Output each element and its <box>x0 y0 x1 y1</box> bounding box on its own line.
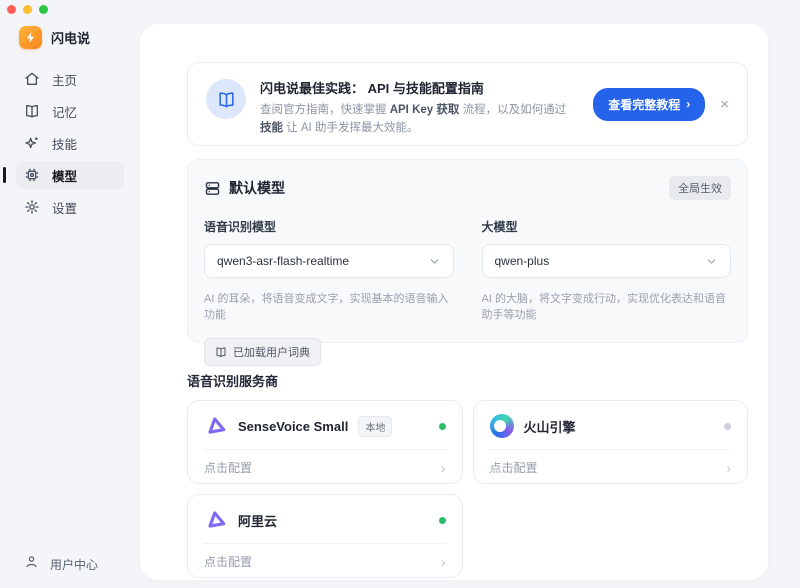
guide-banner: 闪电说最佳实践： API 与技能配置指南 查阅官方指南，快速掌握 API Key… <box>187 62 748 146</box>
user-icon <box>24 554 39 574</box>
sidebar-item-settings[interactable]: 设置 <box>16 193 124 221</box>
model-fields: 语音识别模型 qwen3-asr-flash-realtime AI 的耳朵，将… <box>204 218 731 322</box>
main-panel: 闪电说最佳实践： API 与技能配置指南 查阅官方指南，快速掌握 API Key… <box>140 24 768 580</box>
provider-card-header: SenseVoice Small 本地 <box>188 401 462 449</box>
user-center-button[interactable]: 用户中心 <box>0 554 140 574</box>
view-tutorial-label: 查看完整教程 <box>608 96 680 113</box>
user-dictionary-label: 已加载用户词典 <box>233 344 310 360</box>
lightning-logo-icon <box>19 26 42 49</box>
asr-model-value: qwen3-asr-flash-realtime <box>217 254 349 268</box>
sidebar-nav: 主页 记忆 技能 模型 设置 <box>0 65 140 221</box>
chevron-down-icon <box>705 255 718 268</box>
llm-model-label: 大模型 <box>482 218 732 235</box>
provider-configure-row[interactable]: 点击配置 › <box>474 450 748 476</box>
asr-model-select[interactable]: qwen3-asr-flash-realtime <box>204 244 454 278</box>
status-dot-online <box>439 517 446 524</box>
open-book-icon <box>206 79 246 119</box>
desc-segment: API Key 获取 <box>390 104 460 116</box>
default-models-header: 默认模型 全局生效 <box>204 176 731 200</box>
provider-name: 火山引擎 <box>524 417 576 436</box>
provider-card-volcano[interactable]: 火山引擎 点击配置 › <box>473 400 749 484</box>
llm-model-select[interactable]: qwen-plus <box>482 244 732 278</box>
status-dot-online <box>439 423 446 430</box>
app-title: 闪电说 <box>51 28 90 47</box>
desc-segment: 查阅官方指南，快速掌握 <box>260 104 390 116</box>
configure-label: 点击配置 <box>204 459 252 476</box>
volcano-engine-logo <box>490 414 514 438</box>
provider-card-header: 火山引擎 <box>474 401 748 449</box>
provider-name: 阿里云 <box>238 511 277 530</box>
provider-configure-row[interactable]: 点击配置 › <box>188 544 462 570</box>
asr-model-label: 语音识别模型 <box>204 218 454 235</box>
sidebar-item-label: 技能 <box>52 134 77 153</box>
default-models-card: 默认模型 全局生效 语音识别模型 qwen3-asr-flash-realtim… <box>187 159 748 343</box>
asr-model-description: AI 的耳朵，将语音变成文字，实现基本的语音输入功能 <box>204 290 454 322</box>
provider-name: SenseVoice Small <box>238 419 348 434</box>
provider-card-aliyun[interactable]: 阿里云 点击配置 › <box>187 494 463 578</box>
sparkle-icon <box>24 135 40 151</box>
sidebar-item-label: 主页 <box>52 70 77 89</box>
desc-segment: 技能 <box>260 122 283 134</box>
sidebar-item-skills[interactable]: 技能 <box>16 129 124 157</box>
aliyun-logo <box>204 508 228 532</box>
llm-model-value: qwen-plus <box>495 254 550 268</box>
llm-model-field: 大模型 qwen-plus AI 的大脑，将文字变成行动，实现优化表达和语音助手… <box>482 218 732 322</box>
banner-text: 闪电说最佳实践： API 与技能配置指南 查阅官方指南，快速掌握 API Key… <box>260 78 579 138</box>
global-effect-badge: 全局生效 <box>669 176 731 200</box>
provider-configure-row[interactable]: 点击配置 › <box>188 450 462 476</box>
providers-section-title: 语音识别服务商 <box>187 371 748 390</box>
layers-icon <box>204 180 221 197</box>
close-icon[interactable]: × <box>720 97 729 112</box>
book-icon <box>24 103 40 119</box>
banner-title: 闪电说最佳实践： API 与技能配置指南 <box>260 78 579 97</box>
default-models-title: 默认模型 <box>229 178 285 198</box>
chevron-right-icon: › <box>441 555 446 569</box>
local-badge: 本地 <box>358 416 392 437</box>
chevron-right-icon: › <box>441 461 446 475</box>
banner-description: 查阅官方指南，快速掌握 API Key 获取 流程，以及如何通过 技能 让 AI… <box>260 102 579 138</box>
configure-label: 点击配置 <box>490 459 538 476</box>
provider-card-sensevoice[interactable]: SenseVoice Small 本地 点击配置 › <box>187 400 463 484</box>
sensevoice-logo <box>204 414 228 438</box>
sidebar-item-label: 设置 <box>52 198 77 217</box>
view-tutorial-button[interactable]: 查看完整教程 › <box>593 88 705 121</box>
user-dictionary-button[interactable]: 已加载用户词典 <box>204 338 321 366</box>
sidebar: 闪电说 主页 记忆 技能 模型 <box>0 0 140 588</box>
providers-grid: SenseVoice Small 本地 点击配置 › 火山引擎 点击配置 › <box>187 400 748 578</box>
desc-segment: 让 AI 助手发挥最大效能。 <box>283 122 418 134</box>
app-logo: 闪电说 <box>0 26 140 49</box>
asr-model-field: 语音识别模型 qwen3-asr-flash-realtime AI 的耳朵，将… <box>204 218 454 322</box>
arrow-right-icon: › <box>686 97 690 111</box>
configure-label: 点击配置 <box>204 553 252 570</box>
home-icon <box>24 71 40 87</box>
chevron-right-icon: › <box>726 461 731 475</box>
sidebar-item-memory[interactable]: 记忆 <box>16 97 124 125</box>
chip-icon <box>24 167 40 183</box>
chevron-down-icon <box>428 255 441 268</box>
gear-icon <box>24 199 40 215</box>
sidebar-item-label: 记忆 <box>52 102 77 121</box>
dictionary-icon <box>215 346 227 358</box>
llm-model-description: AI 的大脑，将文字变成行动，实现优化表达和语音助手等功能 <box>482 290 732 322</box>
sidebar-item-home[interactable]: 主页 <box>16 65 124 93</box>
provider-card-header: 阿里云 <box>188 495 462 543</box>
user-center-label: 用户中心 <box>50 556 98 573</box>
banner-actions: 查看完整教程 › × <box>593 88 729 121</box>
sidebar-item-label: 模型 <box>52 166 77 185</box>
sidebar-item-models[interactable]: 模型 <box>16 161 124 189</box>
desc-segment: 流程，以及如何通过 <box>459 104 566 116</box>
status-dot-offline <box>724 423 731 430</box>
